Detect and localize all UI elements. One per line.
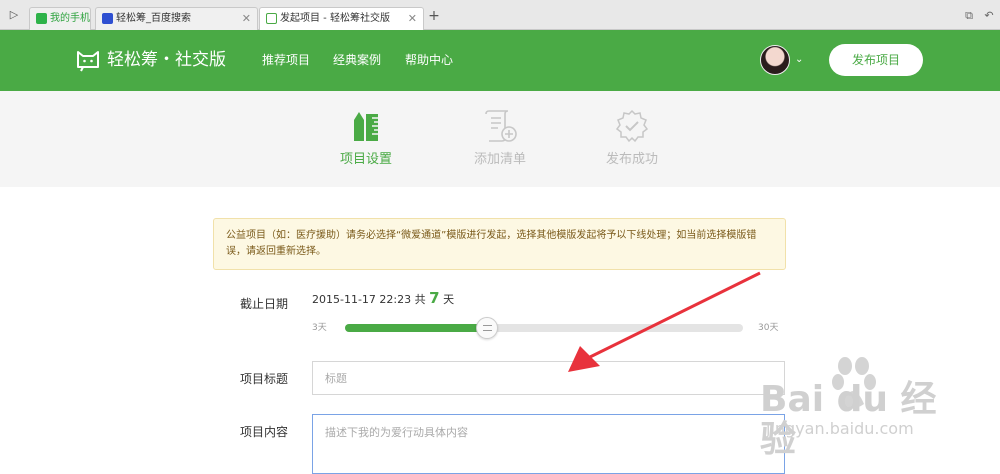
baidu-jingyan-watermark: Bai du 经验 jingyan.baidu.com [760,352,950,460]
progress-steps: 项目设置 添加清单 发布成功 [0,91,1000,187]
nav-cases[interactable]: 经典案例 [333,52,381,68]
avatar[interactable] [760,45,790,75]
slider-min-label: 3天 [312,323,327,333]
new-tab-icon[interactable]: + [427,8,441,24]
nav-recommended[interactable]: 推荐项目 [262,52,310,68]
deadline-days: 7 [429,289,440,307]
step-add-list: 添加清单 [473,152,526,167]
tab-create-project[interactable]: 发起项目 - 轻松筹社交版 ✕ [259,7,424,31]
scroll-add-icon [485,110,517,142]
publish-project-button[interactable]: 发布项目 [829,44,923,76]
sidebar-toggle-icon[interactable]: ▷ [6,8,22,22]
browser-tab-bar: ▷ 我的手机 轻松筹_百度搜索 ✕ 发起项目 - 轻松筹社交版 ✕ + ⧉ ↶ [0,0,1000,31]
project-content-label: 项目内容 [240,425,289,439]
deadline-total-prefix: 共 [414,293,426,306]
nav-help[interactable]: 帮助中心 [405,52,453,68]
close-tab-icon[interactable]: ✕ [242,8,251,29]
deadline-datetime: 2015-11-17 22:23 [312,293,412,306]
site-logo-text[interactable]: 轻松筹・社交版 [107,49,226,71]
chevron-down-icon[interactable]: ⌄ [795,54,803,65]
close-tab-icon[interactable]: ✕ [408,8,417,29]
project-title-label: 项目标题 [240,372,289,386]
baidu-paw-icon [102,13,113,24]
annotation-arrow [568,271,761,372]
grip-icon [483,325,492,331]
phone-icon [36,13,47,24]
step-publish-success: 发布成功 [605,152,658,167]
step-project-settings: 项目设置 [339,152,392,167]
deadline-unit: 天 [443,293,455,306]
notice-banner: 公益项目（如：医疗援助）请务必选择“微爱通道”模版进行发起，选择其他模版发起将予… [213,218,786,270]
days-slider-fill [345,324,487,332]
project-content-textarea[interactable] [312,414,785,474]
ruler-pencil-icon [354,112,378,141]
tab-my-phone[interactable]: 我的手机 [29,7,91,30]
watermark-url: jingyan.baidu.com [766,419,914,438]
undo-close-icon[interactable]: ↶ [982,10,996,22]
deadline-label: 截止日期 [240,297,289,311]
tab-baidu-search[interactable]: 轻松筹_百度搜索 ✕ [95,7,258,30]
days-slider-handle[interactable] [476,317,498,339]
check-badge-icon [615,109,649,143]
restore-window-icon[interactable]: ⧉ [962,10,976,22]
cat-logo-icon[interactable] [75,47,101,73]
deadline-value: 2015-11-17 22:23 共 7 天 [312,290,454,308]
cat-logo-icon [266,13,277,24]
site-header: 轻松筹・社交版 推荐项目 经典案例 帮助中心 ⌄ 发布项目 [0,30,1000,91]
